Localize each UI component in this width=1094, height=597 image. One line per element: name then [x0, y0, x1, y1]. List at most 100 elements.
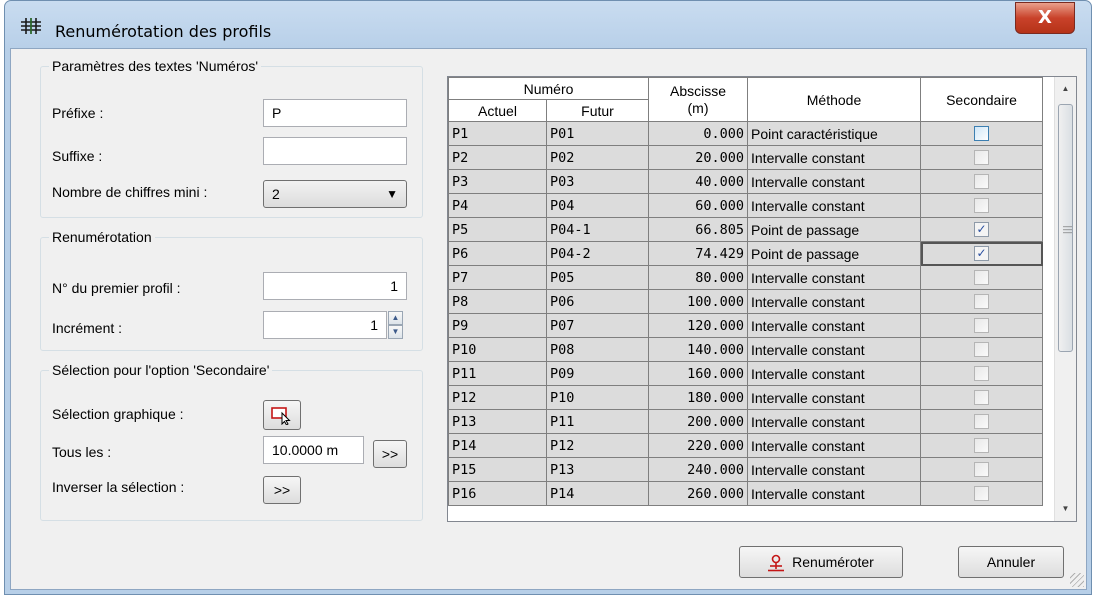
cell-actuel[interactable]: P15: [448, 457, 547, 482]
first-profile-input[interactable]: 1: [263, 272, 407, 300]
table-row[interactable]: P4 P04 60.000 Intervalle constant: [448, 193, 1043, 218]
header-numero[interactable]: Numéro: [448, 77, 649, 100]
secondary-checkbox[interactable]: [974, 150, 989, 165]
cell-actuel[interactable]: P9: [448, 313, 547, 338]
table-row[interactable]: P3 P03 40.000 Intervalle constant: [448, 169, 1043, 194]
table-row[interactable]: P8 P06 100.000 Intervalle constant: [448, 289, 1043, 314]
cell-futur[interactable]: P09: [546, 361, 649, 386]
cell-methode[interactable]: Intervalle constant: [747, 385, 921, 410]
increment-stepper[interactable]: ▲ ▼: [388, 311, 403, 339]
secondary-checkbox[interactable]: [974, 486, 989, 501]
cell-methode[interactable]: Intervalle constant: [747, 481, 921, 506]
cell-secondaire[interactable]: [920, 169, 1043, 194]
cell-actuel[interactable]: P8: [448, 289, 547, 314]
cell-futur[interactable]: P13: [546, 457, 649, 482]
cell-abscisse[interactable]: 260.000: [648, 481, 748, 506]
cell-abscisse[interactable]: 120.000: [648, 313, 748, 338]
cell-secondaire[interactable]: [920, 289, 1043, 314]
cell-abscisse[interactable]: 74.429: [648, 241, 748, 266]
table-row[interactable]: P15 P13 240.000 Intervalle constant: [448, 457, 1043, 482]
cell-secondaire[interactable]: ✓: [920, 241, 1043, 266]
cancel-button[interactable]: Annuler: [958, 546, 1064, 578]
table-row[interactable]: P9 P07 120.000 Intervalle constant: [448, 313, 1043, 338]
spin-down-icon[interactable]: ▼: [388, 325, 403, 339]
cell-methode[interactable]: Intervalle constant: [747, 265, 921, 290]
cell-abscisse[interactable]: 60.000: [648, 193, 748, 218]
cell-secondaire[interactable]: ✓: [920, 217, 1043, 242]
table-row[interactable]: P7 P05 80.000 Intervalle constant: [448, 265, 1043, 290]
cell-futur[interactable]: P07: [546, 313, 649, 338]
cell-abscisse[interactable]: 80.000: [648, 265, 748, 290]
table-row[interactable]: P2 P02 20.000 Intervalle constant: [448, 145, 1043, 170]
scroll-down-icon[interactable]: ▼: [1055, 499, 1076, 519]
invert-selection-button[interactable]: >>: [263, 476, 301, 504]
cell-secondaire[interactable]: [920, 193, 1043, 218]
scroll-up-icon[interactable]: ▲: [1055, 79, 1076, 99]
cell-secondaire[interactable]: [920, 337, 1043, 362]
scroll-thumb[interactable]: — — —: [1058, 104, 1073, 352]
cell-methode[interactable]: Intervalle constant: [747, 433, 921, 458]
cell-methode[interactable]: Point de passage: [747, 241, 921, 266]
cell-methode[interactable]: Point caractéristique: [747, 121, 921, 146]
secondary-checkbox[interactable]: [974, 438, 989, 453]
cell-methode[interactable]: Intervalle constant: [747, 457, 921, 482]
header-actuel[interactable]: Actuel: [448, 99, 547, 122]
suffix-input[interactable]: [263, 137, 407, 165]
close-button[interactable]: X: [1015, 2, 1075, 34]
cell-actuel[interactable]: P5: [448, 217, 547, 242]
cell-secondaire[interactable]: [920, 433, 1043, 458]
table-row[interactable]: P13 P11 200.000 Intervalle constant: [448, 409, 1043, 434]
cell-abscisse[interactable]: 240.000: [648, 457, 748, 482]
secondary-checkbox[interactable]: [974, 414, 989, 429]
secondary-checkbox[interactable]: ✓: [974, 246, 989, 261]
cell-methode[interactable]: Intervalle constant: [747, 337, 921, 362]
cell-actuel[interactable]: P3: [448, 169, 547, 194]
cell-secondaire[interactable]: [920, 265, 1043, 290]
header-secondaire[interactable]: Secondaire: [920, 77, 1043, 122]
secondary-checkbox[interactable]: [974, 462, 989, 477]
cell-actuel[interactable]: P6: [448, 241, 547, 266]
cell-methode[interactable]: Point de passage: [747, 217, 921, 242]
cell-actuel[interactable]: P14: [448, 433, 547, 458]
secondary-checkbox[interactable]: ✓: [974, 222, 989, 237]
cell-actuel[interactable]: P2: [448, 145, 547, 170]
cell-abscisse[interactable]: 140.000: [648, 337, 748, 362]
cell-futur[interactable]: P08: [546, 337, 649, 362]
secondary-checkbox[interactable]: [974, 174, 989, 189]
cell-actuel[interactable]: P11: [448, 361, 547, 386]
title-bar[interactable]: Renumérotation des profils X: [5, 1, 1091, 47]
secondary-checkbox[interactable]: [974, 342, 989, 357]
cell-actuel[interactable]: P1: [448, 121, 547, 146]
cell-futur[interactable]: P10: [546, 385, 649, 410]
cell-methode[interactable]: Intervalle constant: [747, 169, 921, 194]
profiles-table[interactable]: Numéro Abscisse (m) Méthode Secondaire A…: [447, 76, 1077, 522]
cell-actuel[interactable]: P12: [448, 385, 547, 410]
table-row[interactable]: P10 P08 140.000 Intervalle constant: [448, 337, 1043, 362]
cell-secondaire[interactable]: [920, 361, 1043, 386]
cell-actuel[interactable]: P16: [448, 481, 547, 506]
secondary-checkbox[interactable]: [974, 294, 989, 309]
every-input[interactable]: 10.0000 m: [263, 436, 364, 464]
cell-actuel[interactable]: P10: [448, 337, 547, 362]
table-row[interactable]: P12 P10 180.000 Intervalle constant: [448, 385, 1043, 410]
table-row[interactable]: P11 P09 160.000 Intervalle constant: [448, 361, 1043, 386]
digits-select[interactable]: 2 ▼: [263, 180, 407, 208]
cell-futur[interactable]: P03: [546, 169, 649, 194]
cell-methode[interactable]: Intervalle constant: [747, 313, 921, 338]
cell-secondaire[interactable]: [920, 121, 1043, 146]
cell-actuel[interactable]: P7: [448, 265, 547, 290]
cell-methode[interactable]: Intervalle constant: [747, 145, 921, 170]
cell-actuel[interactable]: P4: [448, 193, 547, 218]
graphic-selection-button[interactable]: [263, 400, 301, 430]
header-abscisse[interactable]: Abscisse (m): [648, 77, 748, 122]
cell-secondaire[interactable]: [920, 313, 1043, 338]
cell-methode[interactable]: Intervalle constant: [747, 409, 921, 434]
header-methode[interactable]: Méthode: [747, 77, 921, 122]
cell-futur[interactable]: P04-2: [546, 241, 649, 266]
cell-futur[interactable]: P12: [546, 433, 649, 458]
cell-abscisse[interactable]: 40.000: [648, 169, 748, 194]
spin-up-icon[interactable]: ▲: [388, 311, 403, 325]
secondary-checkbox[interactable]: [974, 318, 989, 333]
cell-methode[interactable]: Intervalle constant: [747, 361, 921, 386]
cell-futur[interactable]: P14: [546, 481, 649, 506]
